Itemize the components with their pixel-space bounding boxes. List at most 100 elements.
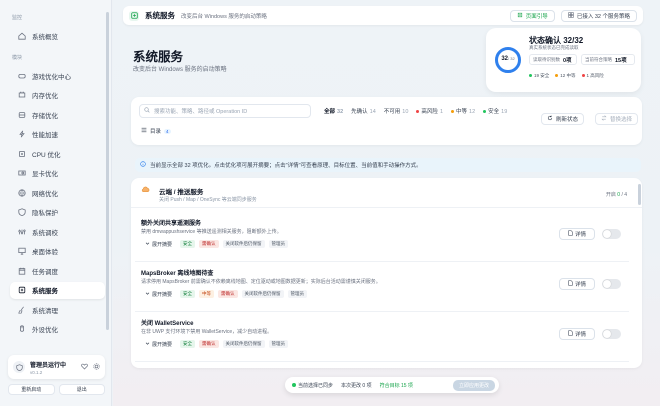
home-icon: [18, 32, 26, 40]
service-tags: 展开摘要 安全 需确认 关闭软件后仍保留 管理员: [145, 240, 289, 248]
sidebar-item-gpu[interactable]: 显卡优化: [10, 165, 105, 182]
filter-tab[interactable]: 先确认 14: [351, 107, 376, 115]
category-header[interactable]: 云端 / 推送服务 关闭 Push / Map / OneSync 等云端同步服…: [131, 178, 642, 208]
services-icon: [18, 286, 26, 294]
apply-changes-button[interactable]: 立即应用更改: [452, 379, 495, 391]
restart-button[interactable]: 重新启动: [8, 384, 55, 395]
bottom-action-bar: 当前选择已同步 本次更改 0 项 符合目标 15 项 立即应用更改: [285, 377, 499, 393]
sidebar-item-broom[interactable]: 系统清理: [10, 301, 105, 318]
legend-dot-icon: [581, 74, 585, 78]
expand-summary-button[interactable]: 展开摘要: [145, 241, 172, 248]
sidebar-module-list: 游戏优化中心 内存优化存储优化性能加速 CPU 优化 显卡优化网络优化隐私保护系统调校…: [10, 67, 105, 338]
settings-gear-icon[interactable]: [93, 362, 100, 372]
services-icon: [129, 10, 139, 21]
category-title: 云端 / 推送服务: [159, 189, 204, 196]
service-toggle[interactable]: [602, 329, 621, 339]
sidebar-item-overview[interactable]: 系统概览: [10, 27, 105, 44]
service-tags: 展开摘要 安全 中等 需确认 关闭软件后仍保留 管理员: [145, 290, 308, 298]
strategy-match-count: 符合目标 15 项: [379, 382, 413, 389]
details-button[interactable]: 详情: [559, 278, 595, 290]
filter-tabs: 全部 32 先确认 14 不可用 10 高风险 1 中等 12 安全 19: [324, 107, 507, 115]
legend-item: 19 安全: [529, 73, 549, 79]
sidebar-item-services[interactable]: 系统服务: [10, 281, 105, 299]
sidebar-item-label: 系统概览: [32, 33, 58, 41]
filter-tab[interactable]: 不可用 10: [384, 107, 409, 115]
service-description: 禁用 dmwappushservice 等推送遥测相关服务，阻断额外上传。: [141, 229, 282, 235]
lightning-icon: [18, 130, 26, 138]
sidebar-item-label: 内存优化: [32, 93, 58, 100]
main-content: 系统服务 改变后台 Windows 服务的启动策略 页面引导 已接入 32 个服…: [113, 0, 660, 406]
service-toggle[interactable]: [602, 229, 621, 239]
swap-icon: [601, 115, 607, 123]
sidebar-item-memory[interactable]: 内存优化: [10, 87, 105, 104]
sidebar-item-label: 网络优化: [32, 190, 58, 198]
filter-tab[interactable]: 全部 32: [324, 107, 343, 115]
refresh-status-button[interactable]: 刷新状态: [541, 113, 585, 125]
page-guide-button[interactable]: 页面引导: [509, 9, 555, 22]
tag-badge: 管理员: [287, 290, 308, 298]
exit-button[interactable]: 退出: [58, 384, 105, 395]
sync-dot-icon: [292, 383, 296, 388]
info-notice-text: 当前显示全部 32 项优化。点击优化项可展开摘要；点击"详情"可查看原理、目标位…: [150, 163, 422, 169]
chevron-down-icon: [145, 341, 150, 348]
expand-summary-button[interactable]: 展开摘要: [145, 341, 172, 348]
sidebar-item-tune[interactable]: 系统调校: [10, 223, 105, 240]
filter-tab[interactable]: 安全 19: [483, 107, 507, 115]
sidebar-item-shield[interactable]: 隐私保护: [10, 204, 105, 221]
chevron-down-icon: [145, 291, 150, 298]
tag-badge: 中等: [199, 290, 215, 298]
service-item[interactable]: 额外关闭共享遥测服务 禁用 dmwappushservice 等推送遥测相关服务，…: [135, 214, 629, 262]
details-button[interactable]: 详情: [559, 228, 595, 240]
refresh-icon: [547, 115, 553, 123]
calendar-icon: [18, 267, 26, 275]
broom-icon: [18, 306, 26, 314]
sidebar-scrollbar[interactable]: [106, 12, 109, 330]
sidebar-item-label: 游戏优化中心: [32, 73, 71, 81]
search-icon: [144, 107, 150, 115]
info-notice: 当前显示全部 32 项优化。点击优化项可展开摘要；点击"详情"可查看原理、目标位…: [135, 158, 641, 172]
sidebar-item-cpu[interactable]: CPU 优化: [10, 145, 105, 162]
risk-dot-icon: [416, 110, 420, 114]
status-legend: 19 安全 12 中等 1 高风险: [529, 73, 604, 79]
sidebar-item-label: 外设优化: [32, 327, 58, 334]
details-button[interactable]: 详情: [559, 328, 595, 340]
sidebar-item-gamepad[interactable]: 游戏优化中心: [10, 67, 105, 84]
imported-strategies-label: 已接入 32 个服务策略: [576, 13, 630, 20]
toc-label: 目录: [150, 129, 162, 135]
replace-selection-button[interactable]: 替换选择: [595, 113, 639, 125]
filter-tab[interactable]: 中等 12: [451, 107, 475, 115]
document-icon: [568, 230, 573, 238]
sidebar-item-desktop[interactable]: 桌面体验: [10, 243, 105, 260]
list-scrollbar[interactable]: [638, 184, 641, 205]
service-item[interactable]: MapsBroker 离线地图待查 请求停用 MapsBroker 前需确认不依赖…: [135, 264, 629, 312]
info-icon: [140, 161, 146, 169]
expand-summary-button[interactable]: 展开摘要: [145, 291, 172, 298]
filter-tab[interactable]: 高风险 1: [416, 107, 443, 115]
sidebar-item-network[interactable]: 网络优化: [10, 184, 105, 201]
sidebar-item-lightning[interactable]: 性能加速: [10, 126, 105, 143]
heart-icon[interactable]: [81, 363, 88, 372]
page-subtitle: 改变后台 Windows 服务的启动策略: [181, 13, 267, 20]
sidebar-item-label: 性能加速: [32, 132, 58, 139]
imported-strategies-button[interactable]: 已接入 32 个服务策略: [560, 9, 637, 22]
service-title: 关闭 WalletService: [141, 321, 194, 327]
tag-badge: 关闭软件后仍保留: [241, 290, 284, 298]
service-title: MapsBroker 离线地图待查: [141, 271, 214, 277]
tag-badge: 管理员: [268, 240, 289, 248]
chevron-down-icon: [145, 241, 150, 248]
risk-dot-icon: [483, 110, 487, 114]
sidebar-item-calendar[interactable]: 任务调度: [10, 262, 105, 279]
sidebar-item-label: 桌面体验: [32, 249, 58, 256]
category-enabled-count: 开启 0 / 4: [605, 192, 627, 198]
refresh-status-label: 刷新状态: [556, 117, 579, 123]
service-toggle[interactable]: [602, 279, 621, 289]
tag-badge: 安全: [180, 340, 196, 348]
service-item[interactable]: 关闭 WalletService 在非 UWP 支付环境下禁用 WalletSer…: [135, 314, 629, 362]
sidebar-item-storage[interactable]: 存储优化: [10, 106, 105, 123]
document-icon: [568, 330, 573, 338]
search-input[interactable]: 搜索功能、策略、路径或 Operation ID: [139, 104, 311, 118]
sidebar-item-peripheral[interactable]: 外设优化: [10, 321, 105, 338]
toc-toggle[interactable]: 目录 4: [141, 127, 171, 135]
guide-icon: [517, 12, 523, 20]
sidebar: 监控 系统概览 模块 游戏优化中心 内存优化 存储优化 性能加速 CPU 优化 显卡优化网…: [0, 0, 112, 406]
